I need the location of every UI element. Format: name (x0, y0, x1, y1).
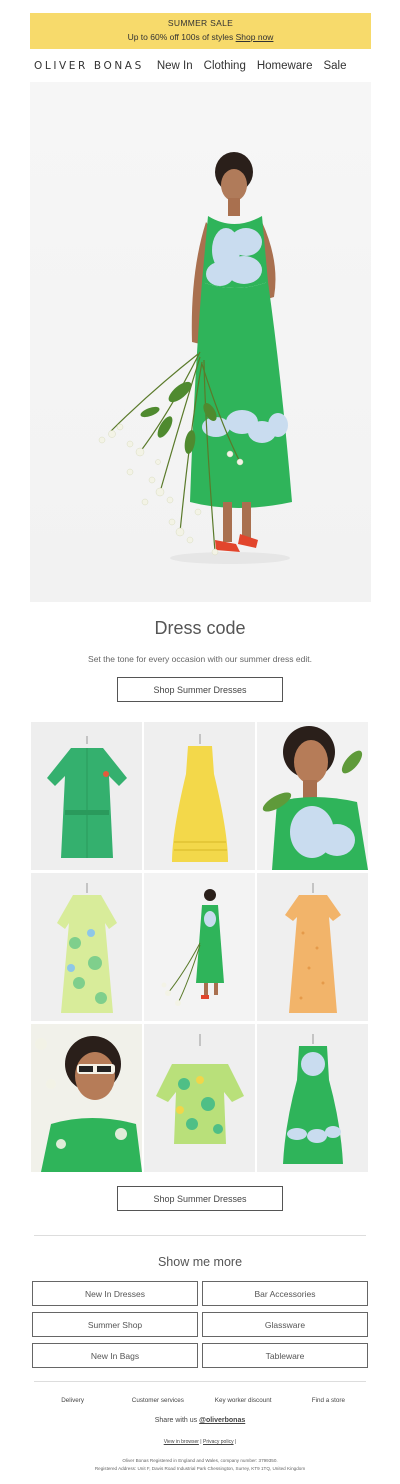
yellow-dress-image (144, 722, 255, 870)
product-grid (31, 722, 369, 1172)
new-in-bags-button[interactable]: New In Bags (32, 1343, 198, 1368)
summer-shop-button[interactable]: Summer Shop (32, 1312, 198, 1337)
legal-text-1: Oliver Bonas Registered in England and W… (122, 1458, 278, 1463)
footer-links: Delivery Customer services Key worker di… (30, 1397, 371, 1404)
sale-banner-text: Up to 60% off 100s of styles Shop now (30, 32, 371, 42)
nav-item-clothing[interactable]: Clothing (204, 60, 246, 72)
product-tile-green-shirt-dress[interactable] (31, 722, 142, 870)
model-sunglasses-image (31, 1024, 142, 1172)
product-tile-orange-dress[interactable] (257, 873, 368, 1021)
shop-now-link[interactable]: Shop now (236, 32, 274, 42)
model-full-image (144, 873, 255, 1021)
section-heading: Dress code (154, 618, 246, 638)
product-tile-model-full[interactable] (144, 873, 255, 1021)
nav-links: New In Clothing Homeware Sale (157, 60, 358, 72)
bar-accessories-button[interactable]: Bar Accessories (202, 1281, 368, 1306)
separator: | (200, 1439, 202, 1445)
divider-bottom (34, 1381, 366, 1382)
green-maxi-dress-image (257, 1024, 368, 1172)
brand-logo[interactable]: OLIVER BONAS (34, 60, 144, 72)
printed-dress-image (31, 873, 142, 1021)
sale-banner: SUMMER SALE Up to 60% off 100s of styles… (30, 13, 371, 49)
product-tile-floral-top[interactable] (144, 1024, 255, 1172)
nav-item-sale[interactable]: Sale (323, 60, 346, 72)
new-in-dresses-button[interactable]: New In Dresses (32, 1281, 198, 1306)
utility-links: View in browser | Privacy policy | (0, 1439, 400, 1445)
footer-link-find-a-store[interactable]: Find a store (286, 1397, 371, 1404)
sale-banner-title: SUMMER SALE (167, 18, 234, 28)
legal-text-2: Registered Address: Unit F, Davis Road I… (94, 1466, 306, 1471)
footer-link-customer-services[interactable]: Customer services (115, 1397, 200, 1404)
view-in-browser-link[interactable]: View in browser (164, 1439, 199, 1445)
green-shirt-dress-image (31, 722, 142, 870)
hero-model-illustration (98, 152, 292, 564)
model-closeup-image (257, 722, 368, 870)
orange-dress-image (257, 873, 368, 1021)
product-tile-yellow-dress[interactable] (144, 722, 255, 870)
divider-top (34, 1235, 366, 1236)
shop-summer-dresses-button-2[interactable]: Shop Summer Dresses (117, 1186, 283, 1211)
hero-image[interactable] (30, 82, 371, 602)
footer-link-delivery[interactable]: Delivery (30, 1397, 115, 1404)
share-prefix: Share with us (154, 1417, 198, 1424)
tableware-button[interactable]: Tableware (202, 1343, 368, 1368)
separator: | (234, 1439, 237, 1445)
section-subtext: Set the tone for every occasion with our… (88, 654, 312, 664)
nav-item-homeware[interactable]: Homeware (257, 60, 313, 72)
sale-banner-offer: Up to 60% off 100s of styles (127, 32, 234, 42)
top-nav: OLIVER BONAS New In Clothing Homeware Sa… (30, 55, 371, 77)
product-tile-printed-dress[interactable] (31, 873, 142, 1021)
footer-link-key-worker-discount[interactable]: Key worker discount (201, 1397, 286, 1404)
glassware-button[interactable]: Glassware (202, 1312, 368, 1337)
privacy-policy-link[interactable]: Privacy policy (203, 1439, 234, 1445)
share-line: Share with us @oliverbonas (0, 1417, 400, 1424)
nav-item-new-in[interactable]: New In (157, 60, 193, 72)
shop-summer-dresses-button[interactable]: Shop Summer Dresses (117, 677, 283, 702)
show-more-title: Show me more (157, 1255, 243, 1269)
product-tile-model-sunglasses[interactable] (31, 1024, 142, 1172)
product-tile-green-maxi-dress[interactable] (257, 1024, 368, 1172)
floral-top-image (144, 1024, 255, 1172)
product-tile-model-closeup[interactable] (257, 722, 368, 870)
social-handle-link[interactable]: @oliverbonas (199, 1417, 245, 1424)
